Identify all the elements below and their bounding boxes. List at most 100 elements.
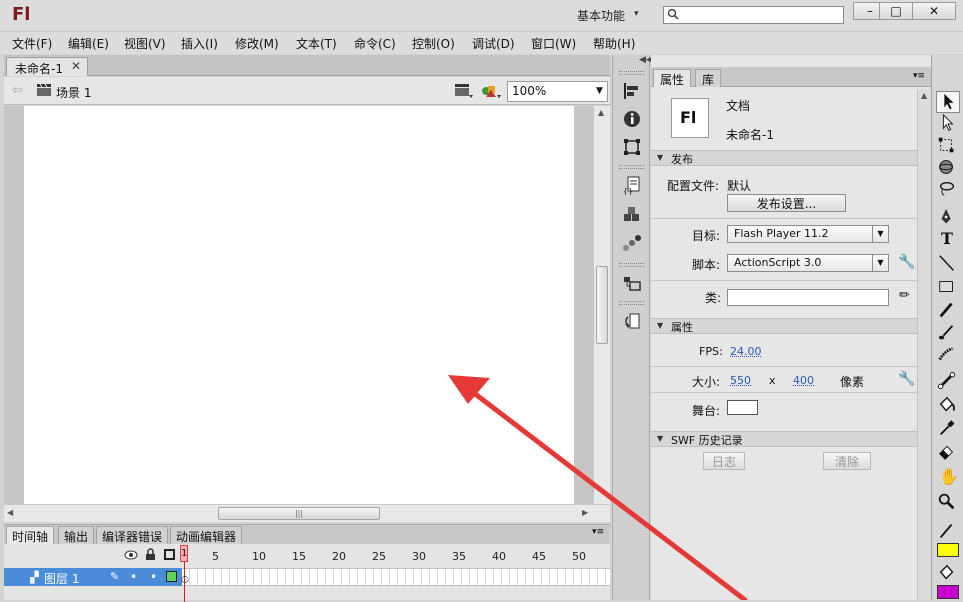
motion-presets-icon[interactable] — [622, 233, 642, 253]
outline-icon[interactable] — [164, 549, 175, 560]
workspace-switcher[interactable]: 基本功能 — [577, 7, 625, 24]
3d-rotation-tool[interactable] — [936, 157, 960, 179]
dock-grip[interactable] — [619, 71, 645, 75]
layer-outline-color[interactable] — [166, 571, 177, 582]
hand-tool[interactable]: ✋ — [936, 467, 960, 489]
vertical-scroll-thumb[interactable] — [596, 266, 608, 344]
close-tab-icon[interactable]: ✕ — [71, 59, 81, 73]
lasso-tool[interactable] — [936, 179, 960, 201]
zoom-tool[interactable] — [936, 491, 960, 513]
menu-debug[interactable]: 调试(D) — [472, 35, 515, 52]
code-snippets-icon[interactable]: {} — [622, 175, 642, 195]
section-properties[interactable]: ▼ 属性 — [651, 318, 917, 334]
align-icon[interactable] — [622, 81, 642, 101]
stage-canvas[interactable] — [24, 106, 574, 506]
menu-text[interactable]: 文本(T) — [296, 35, 337, 52]
menu-window[interactable]: 窗口(W) — [531, 35, 576, 52]
menu-insert[interactable]: 插入(I) — [181, 35, 218, 52]
menu-control[interactable]: 控制(O) — [412, 35, 455, 52]
height-value[interactable]: 400 — [793, 374, 814, 387]
info-icon[interactable] — [622, 109, 642, 129]
panel-menu-icon[interactable]: ▾≡ — [913, 71, 925, 81]
vertical-scrollbar[interactable]: ▲ — [594, 106, 610, 504]
free-transform-tool[interactable] — [936, 135, 960, 157]
eye-icon[interactable] — [124, 549, 138, 561]
rectangle-tool[interactable] — [936, 277, 960, 299]
playhead[interactable]: 1 — [180, 545, 188, 562]
menu-help[interactable]: 帮助(H) — [593, 35, 635, 52]
text-tool[interactable]: T — [936, 229, 960, 251]
tab-motion-editor[interactable]: 动画编辑器 — [170, 526, 242, 545]
bone-tool[interactable] — [936, 371, 960, 393]
dock-grip[interactable] — [619, 301, 645, 305]
menu-modify[interactable]: 修改(M) — [235, 35, 279, 52]
horizontal-scrollbar[interactable]: ◀ ||| ▶ — [4, 504, 610, 522]
zoom-select[interactable]: 100% ▼ — [507, 81, 608, 102]
width-value[interactable]: 550 — [730, 374, 751, 387]
deco-tool[interactable] — [936, 345, 960, 367]
keyframe-icon[interactable]: ○ — [181, 575, 189, 585]
menu-commands[interactable]: 命令(C) — [354, 35, 396, 52]
frame-cells[interactable] — [182, 568, 610, 586]
fill-color-swatch[interactable] — [937, 585, 959, 599]
lock-icon[interactable] — [145, 548, 156, 561]
eraser-tool[interactable] — [936, 441, 960, 463]
scroll-up-icon[interactable]: ▲ — [598, 108, 604, 117]
lock-dot[interactable]: • — [150, 570, 157, 584]
search-input[interactable] — [663, 6, 844, 24]
log-button[interactable]: 日志 — [703, 452, 745, 470]
menu-view[interactable]: 视图(V) — [124, 35, 166, 52]
document-tab[interactable]: 未命名-1 ✕ — [6, 57, 88, 76]
eyedropper-tool[interactable] — [936, 418, 960, 440]
scroll-right-icon[interactable]: ▶ — [582, 508, 588, 517]
pencil-tool[interactable] — [936, 300, 960, 322]
stroke-color-tool[interactable] — [936, 521, 960, 543]
section-publish[interactable]: ▼ 发布 — [651, 150, 917, 166]
wrench-icon[interactable]: 🔧 — [898, 254, 915, 270]
components-icon[interactable] — [622, 205, 642, 225]
back-arrow-icon[interactable]: ⇦ — [12, 83, 23, 98]
target-select[interactable]: Flash Player 11.2 ▼ — [727, 225, 889, 243]
scroll-left-icon[interactable]: ◀ — [7, 508, 13, 517]
project-icon[interactable] — [622, 273, 642, 293]
panel-menu-icon[interactable]: ▾≡ — [592, 527, 604, 537]
subselection-tool[interactable] — [936, 113, 960, 135]
section-swf-history[interactable]: ▼ SWF 历史记录 — [651, 431, 917, 447]
visibility-dot[interactable]: • — [130, 570, 137, 584]
paint-bucket-tool[interactable] — [936, 395, 960, 417]
pen-tool[interactable] — [936, 207, 960, 229]
tab-output[interactable]: 输出 — [58, 526, 94, 545]
transform-icon[interactable] — [622, 137, 642, 157]
edit-symbols-icon[interactable] — [480, 82, 502, 100]
properties-scrollbar[interactable]: ▲ — [917, 89, 931, 600]
tab-library[interactable]: 库 — [695, 69, 721, 87]
publish-settings-button[interactable]: 发布设置... — [727, 194, 846, 212]
dock-grip[interactable] — [619, 263, 645, 267]
horizontal-scroll-thumb[interactable]: ||| — [218, 507, 380, 520]
tab-properties[interactable]: 属性 — [653, 69, 691, 87]
line-tool[interactable] — [936, 253, 960, 275]
class-input[interactable] — [727, 289, 889, 306]
frame-ruler[interactable]: 5 10 15 20 25 30 35 40 45 50 — [182, 548, 610, 568]
stage-color-swatch[interactable] — [727, 400, 758, 415]
scroll-up-icon[interactable]: ▲ — [921, 91, 927, 100]
stroke-color-swatch[interactable] — [937, 543, 959, 557]
wrench-icon[interactable]: 🔧 — [898, 371, 915, 387]
history-icon[interactable] — [622, 311, 642, 331]
maximize-button[interactable]: □ — [879, 2, 913, 20]
script-select[interactable]: ActionScript 3.0 ▼ — [727, 254, 889, 272]
selection-tool[interactable] — [936, 91, 960, 113]
tab-compiler-errors[interactable]: 编译器错误 — [96, 526, 168, 545]
dock-grip[interactable] — [619, 165, 645, 169]
brush-tool[interactable] — [936, 323, 960, 345]
close-button[interactable]: ✕ — [912, 2, 956, 20]
menu-file[interactable]: 文件(F) — [12, 35, 52, 52]
menu-edit[interactable]: 编辑(E) — [68, 35, 109, 52]
fill-color-tool[interactable] — [936, 563, 960, 585]
workspace-dropdown-icon[interactable]: ▾ — [634, 9, 639, 19]
clear-button[interactable]: 清除 — [823, 452, 871, 470]
edit-scene-icon[interactable] — [454, 82, 474, 100]
tab-timeline[interactable]: 时间轴 — [6, 526, 54, 545]
layer-row[interactable]: ▗▘ 图层 1 ✎ • • — [4, 568, 182, 586]
pencil-icon[interactable]: ✏ — [899, 288, 910, 303]
